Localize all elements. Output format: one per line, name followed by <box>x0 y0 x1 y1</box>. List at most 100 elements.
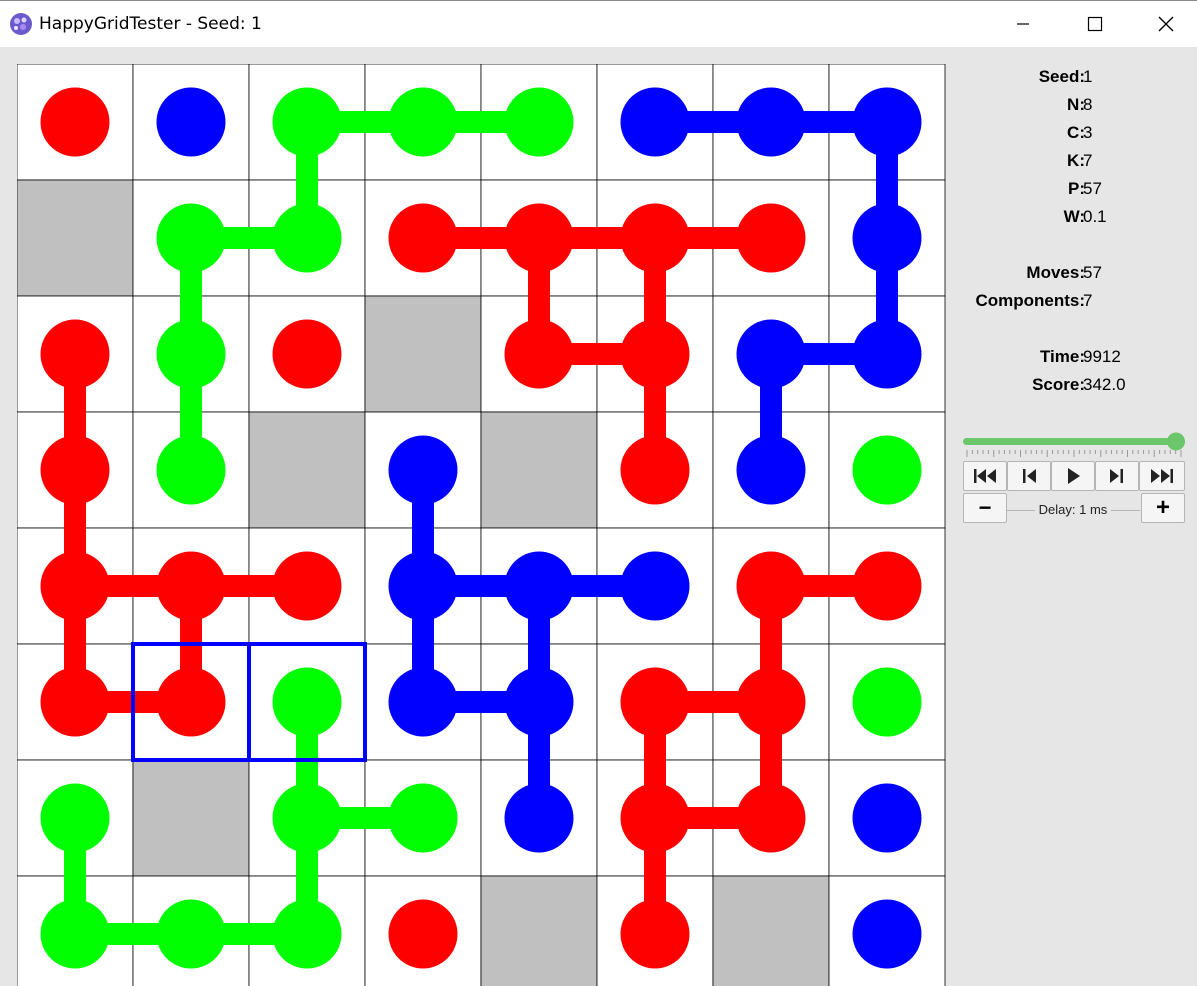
ball <box>40 435 110 505</box>
stat-label: Score: <box>1032 375 1085 394</box>
ball <box>852 87 922 157</box>
stat-row: N: 8 <box>955 95 1197 117</box>
ball <box>156 435 226 505</box>
ball <box>736 435 806 505</box>
ball <box>620 87 690 157</box>
stat-value: 9912 <box>1083 347 1121 366</box>
stat-label: Time: <box>1039 347 1085 366</box>
wall-cell <box>480 875 598 986</box>
close-icon <box>1158 16 1174 32</box>
last-icon <box>1151 469 1173 483</box>
title-bar: HappyGridTester - Seed: 1 <box>0 0 1197 47</box>
ball <box>736 87 806 157</box>
ball <box>504 87 574 157</box>
ball <box>736 667 806 737</box>
next-icon <box>1110 469 1123 483</box>
decrease-delay-button[interactable]: − <box>963 493 1007 523</box>
play-icon <box>1068 468 1080 484</box>
ball <box>388 551 458 621</box>
ball <box>620 319 690 389</box>
stat-row: P: 57 <box>955 179 1197 201</box>
ball <box>504 551 574 621</box>
stat-row: Moves: 57 <box>955 263 1197 285</box>
playback-slider[interactable] <box>963 432 1185 458</box>
minimize-icon <box>1017 23 1029 25</box>
ball <box>272 203 342 273</box>
ball <box>272 783 342 853</box>
stat-row: Seed: 1 <box>955 67 1197 89</box>
ball <box>388 783 458 853</box>
ball <box>388 87 458 157</box>
stat-value: 342.0 <box>1083 375 1126 394</box>
ball <box>852 899 922 969</box>
ball <box>852 319 922 389</box>
game-board[interactable] <box>17 64 946 986</box>
ball <box>736 319 806 389</box>
stat-value: 7 <box>1083 151 1093 170</box>
ball <box>156 667 226 737</box>
ball <box>620 899 690 969</box>
ball <box>620 551 690 621</box>
wall-cell <box>712 875 830 986</box>
ball <box>852 667 922 737</box>
ball <box>388 203 458 273</box>
prev-button[interactable] <box>1007 461 1051 491</box>
slider-knob[interactable] <box>1167 432 1185 451</box>
close-button[interactable] <box>1131 1 1197 47</box>
ball <box>736 203 806 273</box>
ball <box>852 203 922 273</box>
last-button[interactable] <box>1139 461 1185 491</box>
first-icon <box>974 469 996 483</box>
maximize-button[interactable] <box>1060 1 1130 47</box>
stat-row: Time: 9912 <box>955 347 1197 369</box>
ball <box>272 667 342 737</box>
ball <box>388 435 458 505</box>
minimize-button[interactable] <box>988 1 1058 47</box>
ball <box>272 551 342 621</box>
wall-cell <box>248 411 366 529</box>
stat-label: W: <box>1063 207 1085 226</box>
stat-row: Components: 7 <box>955 291 1197 313</box>
ball <box>852 783 922 853</box>
ball <box>40 899 110 969</box>
stat-row: W: 0.1 <box>955 207 1197 229</box>
stat-value: 1 <box>1083 67 1093 86</box>
ball <box>504 203 574 273</box>
ball <box>620 203 690 273</box>
ball <box>620 667 690 737</box>
ball <box>504 783 574 853</box>
ball <box>736 783 806 853</box>
stat-row: C: 3 <box>955 123 1197 145</box>
increase-delay-button[interactable]: + <box>1141 493 1185 523</box>
ball <box>620 783 690 853</box>
ball <box>388 667 458 737</box>
first-button[interactable] <box>963 461 1007 491</box>
ball <box>156 203 226 273</box>
ball <box>736 551 806 621</box>
stat-label: Seed: <box>1038 67 1085 86</box>
ball <box>620 435 690 505</box>
wall-cell <box>17 179 134 297</box>
ball <box>40 551 110 621</box>
delay-label: Delay: 1 ms <box>1006 500 1140 520</box>
stat-value: 7 <box>1083 291 1093 310</box>
maximize-icon <box>1087 16 1103 32</box>
stat-value: 3 <box>1083 123 1093 142</box>
stat-row: Score: 342.0 <box>955 375 1197 397</box>
ball <box>40 319 110 389</box>
ball <box>272 899 342 969</box>
stat-value: 8 <box>1083 95 1093 114</box>
ball <box>156 551 226 621</box>
stat-row: K: 7 <box>955 151 1197 173</box>
delay-text: Delay: 1 ms <box>1034 502 1112 517</box>
ball <box>504 667 574 737</box>
wall-cell <box>132 759 250 877</box>
ball <box>272 87 342 157</box>
play-button[interactable] <box>1051 461 1095 491</box>
wall-cell <box>480 411 598 529</box>
next-button[interactable] <box>1095 461 1139 491</box>
board-canvas[interactable] <box>17 64 946 986</box>
ball <box>852 551 922 621</box>
stat-value: 0.1 <box>1083 207 1107 226</box>
app-icon <box>10 13 32 35</box>
